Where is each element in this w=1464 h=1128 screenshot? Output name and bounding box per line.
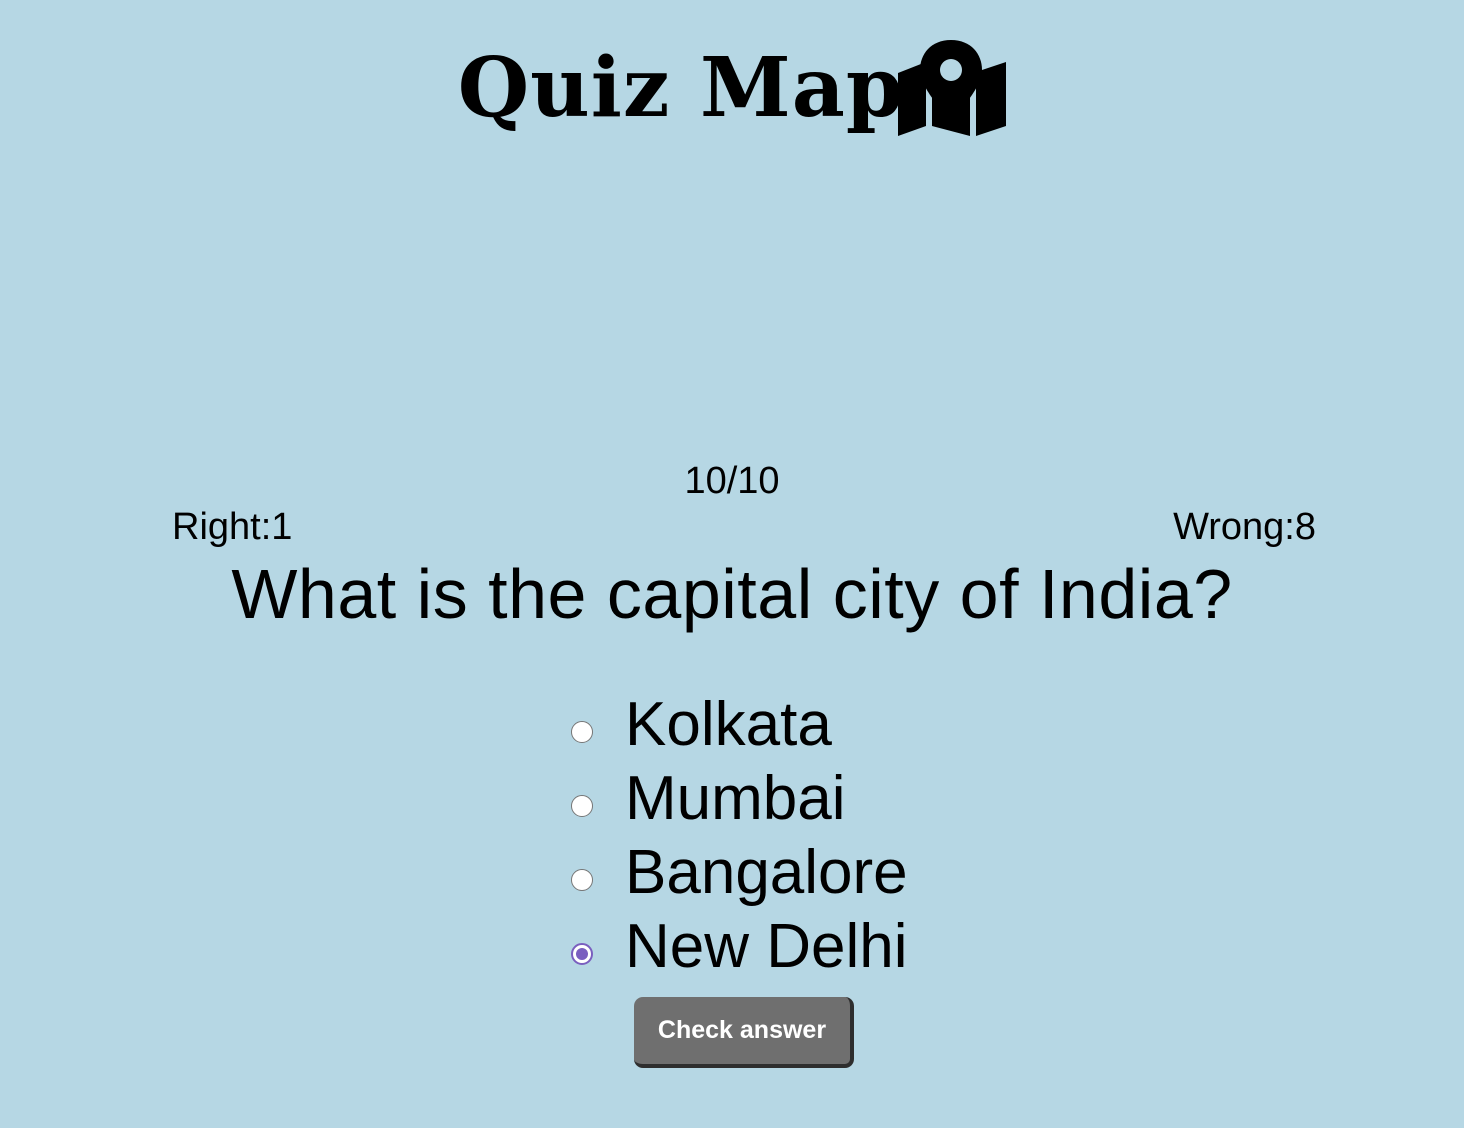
wrong-score: Wrong:8 <box>1173 506 1316 548</box>
check-answer-button[interactable]: Check answer <box>634 997 854 1068</box>
option-new-delhi[interactable]: New Delhi <box>566 910 908 984</box>
radio-kolkata[interactable] <box>571 721 593 743</box>
option-bangalore[interactable]: Bangalore <box>566 836 908 910</box>
radio-bangalore[interactable] <box>571 869 593 891</box>
option-mumbai[interactable]: Mumbai <box>566 762 908 836</box>
question-text: What is the capital city of India? <box>231 555 1233 633</box>
question-counter: 10/10 <box>684 460 780 502</box>
right-score: Right:1 <box>172 506 293 548</box>
answer-options: Kolkata Mumbai Bangalore New Delhi <box>566 688 908 984</box>
option-label: Kolkata <box>625 690 832 759</box>
app-title: Quiz Map <box>0 40 1464 136</box>
app-title-text: Quiz Map <box>457 40 905 136</box>
map-location-icon <box>898 40 1007 136</box>
option-label: Mumbai <box>625 764 846 833</box>
option-label: New Delhi <box>625 912 908 981</box>
radio-new-delhi[interactable] <box>571 943 593 965</box>
radio-mumbai[interactable] <box>571 795 593 817</box>
option-label: Bangalore <box>625 838 908 907</box>
option-kolkata[interactable]: Kolkata <box>566 688 908 762</box>
